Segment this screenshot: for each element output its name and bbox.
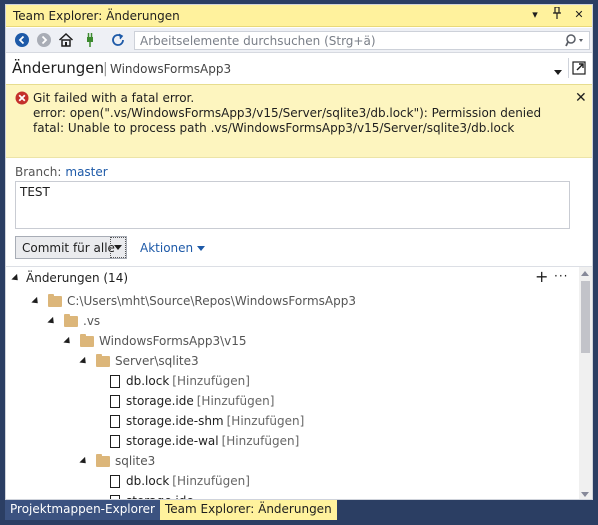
expand-arrow-icon[interactable]	[47, 316, 57, 326]
folder-path: C:\Users\mht\Source\Repos\WindowsFormsAp…	[67, 294, 356, 308]
file-icon	[110, 394, 120, 408]
expand-arrow-icon[interactable]	[31, 296, 41, 306]
folder-icon	[80, 333, 94, 347]
title-bar: Team Explorer: Änderungen ▾ ✕	[6, 5, 592, 27]
connect-plug-icon[interactable]	[82, 32, 98, 48]
change-status: [Hinzufügen]	[221, 434, 300, 448]
divider	[6, 266, 592, 267]
change-status: [Hinzufügen]	[172, 474, 250, 488]
search-icon[interactable]	[565, 33, 585, 52]
error-line-3: fatal: Unable to process path .vs/Window…	[33, 121, 515, 135]
file-name: storage.ide	[126, 394, 194, 408]
navigate-out-icon[interactable]	[568, 58, 588, 78]
commit-all-label: Commit für alle	[22, 241, 115, 255]
search-placeholder: Arbeitselemente durchsuchen (Strg+ä)	[140, 34, 376, 48]
tree-file-row[interactable]: storage.ide-wal [Hinzufügen]	[110, 431, 299, 451]
search-input[interactable]: Arbeitselemente durchsuchen (Strg+ä)	[134, 31, 590, 50]
chevron-down-icon	[197, 246, 206, 251]
folder-icon	[48, 293, 62, 307]
dismiss-error-icon[interactable]: ✕	[575, 90, 587, 106]
change-status: [Hinzufügen]	[226, 414, 305, 428]
changes-tree: C:\Users\mht\Source\Repos\WindowsFormsAp…	[6, 291, 578, 499]
change-status: [Hinzufügen]	[172, 374, 250, 388]
navigation-toolbar: Arbeitselemente durchsuchen (Strg+ä)	[6, 28, 592, 53]
tree-folder-row[interactable]: WindowsFormsApp3\v15	[63, 331, 247, 351]
chevron-down-icon[interactable]: ▾	[528, 7, 542, 23]
tree-file-row[interactable]: storage.ide [Hinzufügen]	[110, 391, 274, 411]
tree-folder-row[interactable]: C:\Users\mht\Source\Repos\WindowsFormsAp…	[31, 291, 356, 311]
commit-all-button[interactable]: Commit für alle	[15, 236, 127, 259]
error-message: Git failed with a fatal error. error: op…	[33, 91, 541, 136]
changes-count: Änderungen (14)	[26, 271, 129, 285]
title-bar-controls: ▾ ✕	[528, 6, 586, 23]
chevron-down-icon	[114, 245, 122, 250]
refresh-icon[interactable]	[110, 32, 126, 48]
bottom-tab[interactable]: Team Explorer: Änderungen	[159, 500, 337, 520]
commit-dropdown-button[interactable]	[110, 237, 126, 258]
page-header: Änderungen | WindowsFormsApp3	[6, 54, 592, 82]
file-name: storage.ide-wal	[126, 434, 219, 448]
file-icon	[110, 374, 120, 388]
stage-all-plus-icon[interactable]: +	[535, 267, 548, 286]
actions-label: Aktionen	[140, 241, 194, 255]
folder-path: sqlite3	[115, 454, 156, 468]
folder-icon	[96, 453, 110, 467]
branch-label: Branch:	[15, 165, 62, 179]
team-explorer-window: Team Explorer: Änderungen ▾ ✕ Arbeitsele…	[5, 4, 593, 500]
scroll-down-icon[interactable]	[581, 492, 589, 497]
file-name: storage.ide-shm	[126, 414, 224, 428]
expand-arrow-icon[interactable]	[79, 356, 89, 366]
folder-path: WindowsFormsApp3\v15	[99, 334, 247, 348]
branch-info: Branch: master	[15, 165, 108, 179]
collapse-arrow-icon[interactable]	[11, 273, 21, 284]
tree-file-row[interactable]: db.lock [Hinzufügen]	[110, 371, 250, 391]
file-icon	[110, 474, 120, 488]
close-icon[interactable]: ✕	[572, 7, 586, 23]
more-options-icon[interactable]: ···	[554, 269, 568, 283]
pin-icon[interactable]	[550, 6, 564, 23]
page-title[interactable]: Änderungen	[12, 59, 104, 77]
home-icon[interactable]	[58, 32, 74, 48]
folder-path: .vs	[83, 314, 101, 328]
tree-folder-row[interactable]: .vs	[47, 311, 101, 331]
file-icon	[110, 414, 120, 428]
error-line-2: error: open(".vs/WindowsFormsApp3/v15/Se…	[33, 106, 542, 120]
error-icon	[15, 91, 29, 108]
forward-icon[interactable]	[36, 32, 52, 48]
file-name: db.lock	[126, 374, 170, 388]
expand-arrow-icon[interactable]	[79, 456, 89, 466]
header-separator: |	[103, 61, 108, 77]
actions-menu[interactable]: Aktionen	[140, 241, 206, 255]
back-icon[interactable]	[14, 32, 30, 48]
branch-link[interactable]: master	[65, 165, 107, 179]
file-name: db.lock	[126, 474, 170, 488]
commit-message-text: TEST	[20, 185, 50, 199]
project-name: WindowsFormsApp3	[110, 62, 232, 76]
tree-folder-row[interactable]: Server\sqlite3	[79, 351, 199, 371]
scrollbar-thumb[interactable]	[581, 281, 590, 353]
folder-path: Server\sqlite3	[115, 354, 199, 368]
change-status: [Hinzufügen]	[196, 394, 275, 408]
tree-folder-row[interactable]: sqlite3	[79, 451, 156, 471]
vertical-scrollbar[interactable]	[579, 267, 592, 499]
tree-file-row[interactable]: storage.ide-shm [Hinzufügen]	[110, 411, 304, 431]
tree-file-row[interactable]: storage.ide	[110, 491, 194, 499]
tree-file-row[interactable]: db.lock [Hinzufügen]	[110, 471, 250, 491]
window-title: Team Explorer: Änderungen	[13, 9, 180, 23]
folder-icon	[64, 313, 78, 327]
page-dropdown-icon[interactable]	[553, 65, 563, 79]
file-icon	[110, 434, 120, 448]
error-line-1: Git failed with a fatal error.	[33, 91, 195, 105]
error-notification: Git failed with a fatal error. error: op…	[6, 84, 592, 158]
bottom-tab-strip: Projektmappen-Explorer Team Explorer: Änd…	[5, 500, 337, 520]
scroll-up-icon[interactable]	[581, 271, 589, 276]
folder-icon	[96, 353, 110, 367]
changes-section-header[interactable]: Änderungen (14)	[11, 271, 129, 285]
commit-message-input[interactable]: TEST	[15, 181, 570, 229]
expand-arrow-icon[interactable]	[63, 336, 73, 346]
bottom-tab[interactable]: Projektmappen-Explorer	[5, 500, 160, 520]
